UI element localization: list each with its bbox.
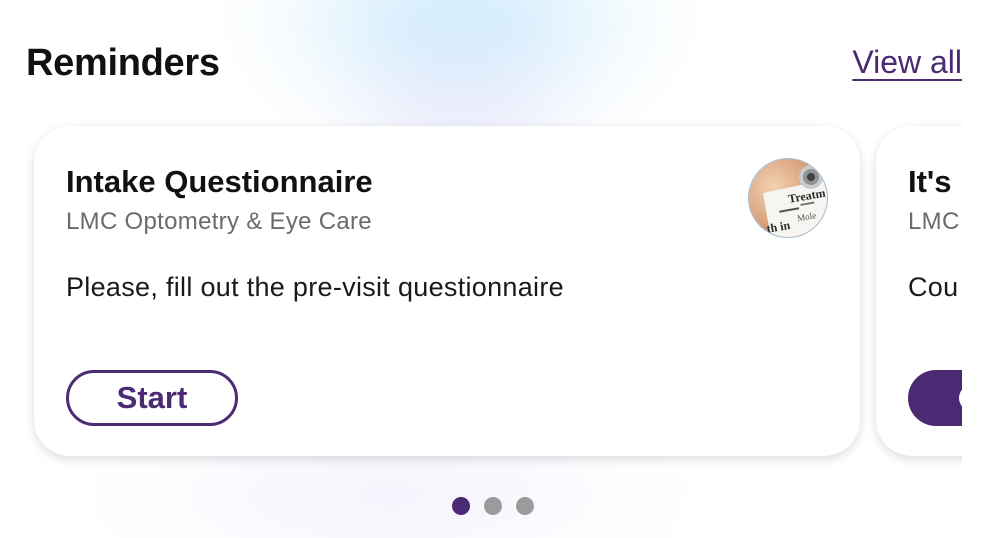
card-provider: LMC — [908, 208, 960, 235]
reminder-card-next[interactable]: It's LMC Cou — [876, 126, 962, 456]
reminders-carousel[interactable]: Intake Questionnaire LMC Optometry & Eye… — [26, 110, 962, 475]
card-action-button[interactable] — [908, 370, 962, 426]
section-header: Reminders View all — [26, 38, 962, 94]
card-message: Please, fill out the pre-visit questionn… — [66, 272, 564, 302]
prescription-document-icon: Treatm th in Mole — [749, 159, 827, 237]
card-provider: LMC Optometry & Eye Care — [66, 208, 372, 235]
card-title: Intake Questionnaire — [66, 164, 373, 199]
card-title: It's — [908, 164, 952, 199]
reminders-page: Reminders View all Intake Questionnaire … — [0, 0, 990, 538]
action-glyph-icon — [959, 389, 962, 407]
view-all-link[interactable]: View all — [852, 44, 962, 81]
start-button[interactable]: Start — [66, 370, 238, 426]
carousel-pagination — [452, 497, 534, 515]
provider-avatar: Treatm th in Mole — [748, 158, 828, 238]
section-title: Reminders — [26, 42, 220, 84]
pagination-dot[interactable] — [516, 497, 534, 515]
card-message: Cou — [908, 272, 959, 302]
pagination-dot[interactable] — [452, 497, 470, 515]
pagination-dot[interactable] — [484, 497, 502, 515]
reminder-card: Intake Questionnaire LMC Optometry & Eye… — [34, 126, 860, 456]
